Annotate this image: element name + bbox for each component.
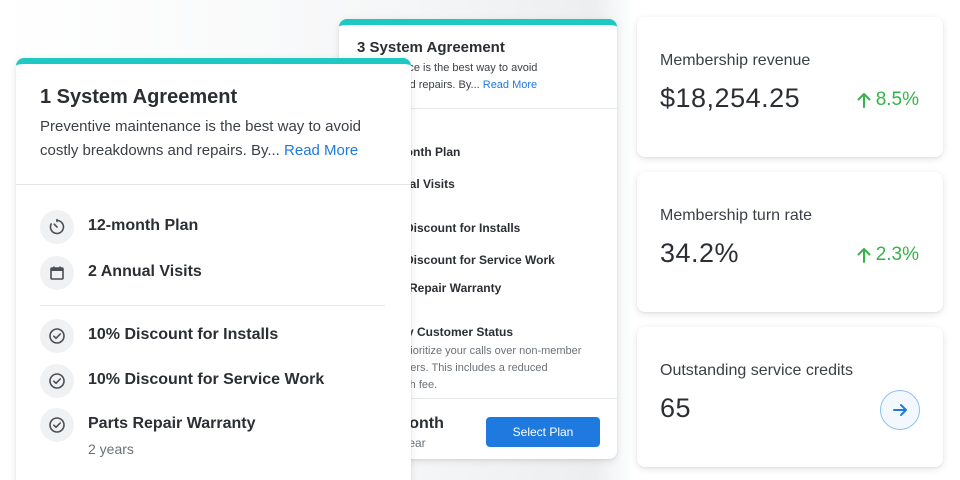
metric-delta-value: 2.3% [875,244,919,265]
arrow-up-icon [857,248,871,263]
plan-feature-row: Parts Repair Warranty 2 years [40,408,255,457]
plan-feature-label: Parts Repair Warranty [88,415,256,432]
metric-delta: 8.5% [856,89,919,111]
plan-card-1-header: 1 System Agreement Preventive maintenanc… [16,64,411,185]
plan-feature-row: 2 Annual Visits [40,256,202,290]
check-circle-icon [40,408,74,442]
plan-card-3-feature: s Discount for Installs [395,221,521,235]
arrow-up-icon [857,93,871,108]
metric-card-outstanding-service-credits: Outstanding service credits 65 [637,327,943,467]
plan-card-1: 1 System Agreement Preventive maintenanc… [16,58,411,480]
check-circle-icon [40,319,74,353]
plan-card-1-read-more-link[interactable]: Read More [284,142,358,159]
feature-divider [40,305,385,306]
plan-feature-row: 10% Discount for Installs [40,319,278,353]
arrow-right-icon [893,404,907,416]
plan-feature-label: 2 Annual Visits [88,263,202,280]
plan-card-1-desc-line: Preventive maintenance is the best way t… [40,118,362,135]
metric-label: Membership turn rate [660,207,813,224]
plan-card-3-feature-sub: l prioritize your calls over non-member … [395,343,617,394]
metric-label: Membership revenue [660,52,811,69]
plan-card-3-feature: s Discount for Service Work [395,253,555,267]
view-credits-button[interactable] [880,390,920,430]
plan-card-1-description: Preventive maintenance is the best way t… [40,115,387,163]
plan-card-3-sub-line: omers. This includes a reduced [395,362,548,374]
plan-card-3-title: 3 System Agreement [357,39,505,56]
timer-icon [40,210,74,244]
plan-feature-label: 10% Discount for Installs [88,326,279,343]
metric-card-membership-revenue: Membership revenue $18,254.25 8.5% [637,17,943,157]
plan-feature-row: 10% Discount for Service Work [40,364,324,398]
select-plan-button[interactable]: Select Plan [486,417,600,447]
metric-delta: 2.3% [856,244,919,266]
plan-card-3-read-more-link[interactable]: Read More [483,79,537,91]
metric-card-membership-turn-rate: Membership turn rate 34.2% 2.3% [637,172,943,312]
plan-card-1-title: 1 System Agreement [40,86,238,108]
metric-value: 65 [660,393,692,423]
metric-label: Outstanding service credits [660,362,853,379]
plan-feature-row: 12-month Plan [40,210,198,244]
calendar-icon [40,256,74,290]
plan-feature-label: 12-month Plan [88,217,199,234]
plan-card-3-sub-line: l prioritize your calls over non-member [395,345,582,357]
plan-card-3-feature: rity Customer Status [395,325,514,339]
plan-card-1-desc-line: costly breakdowns and repairs. By... [40,142,280,159]
metric-value: 34.2% [660,238,740,268]
plan-feature-label: 10% Discount for Service Work [88,371,325,388]
metric-value: $18,254.25 [660,83,801,113]
metric-delta-value: 8.5% [875,89,919,110]
check-circle-icon [40,364,74,398]
plan-feature-sub: 2 years [88,441,134,457]
